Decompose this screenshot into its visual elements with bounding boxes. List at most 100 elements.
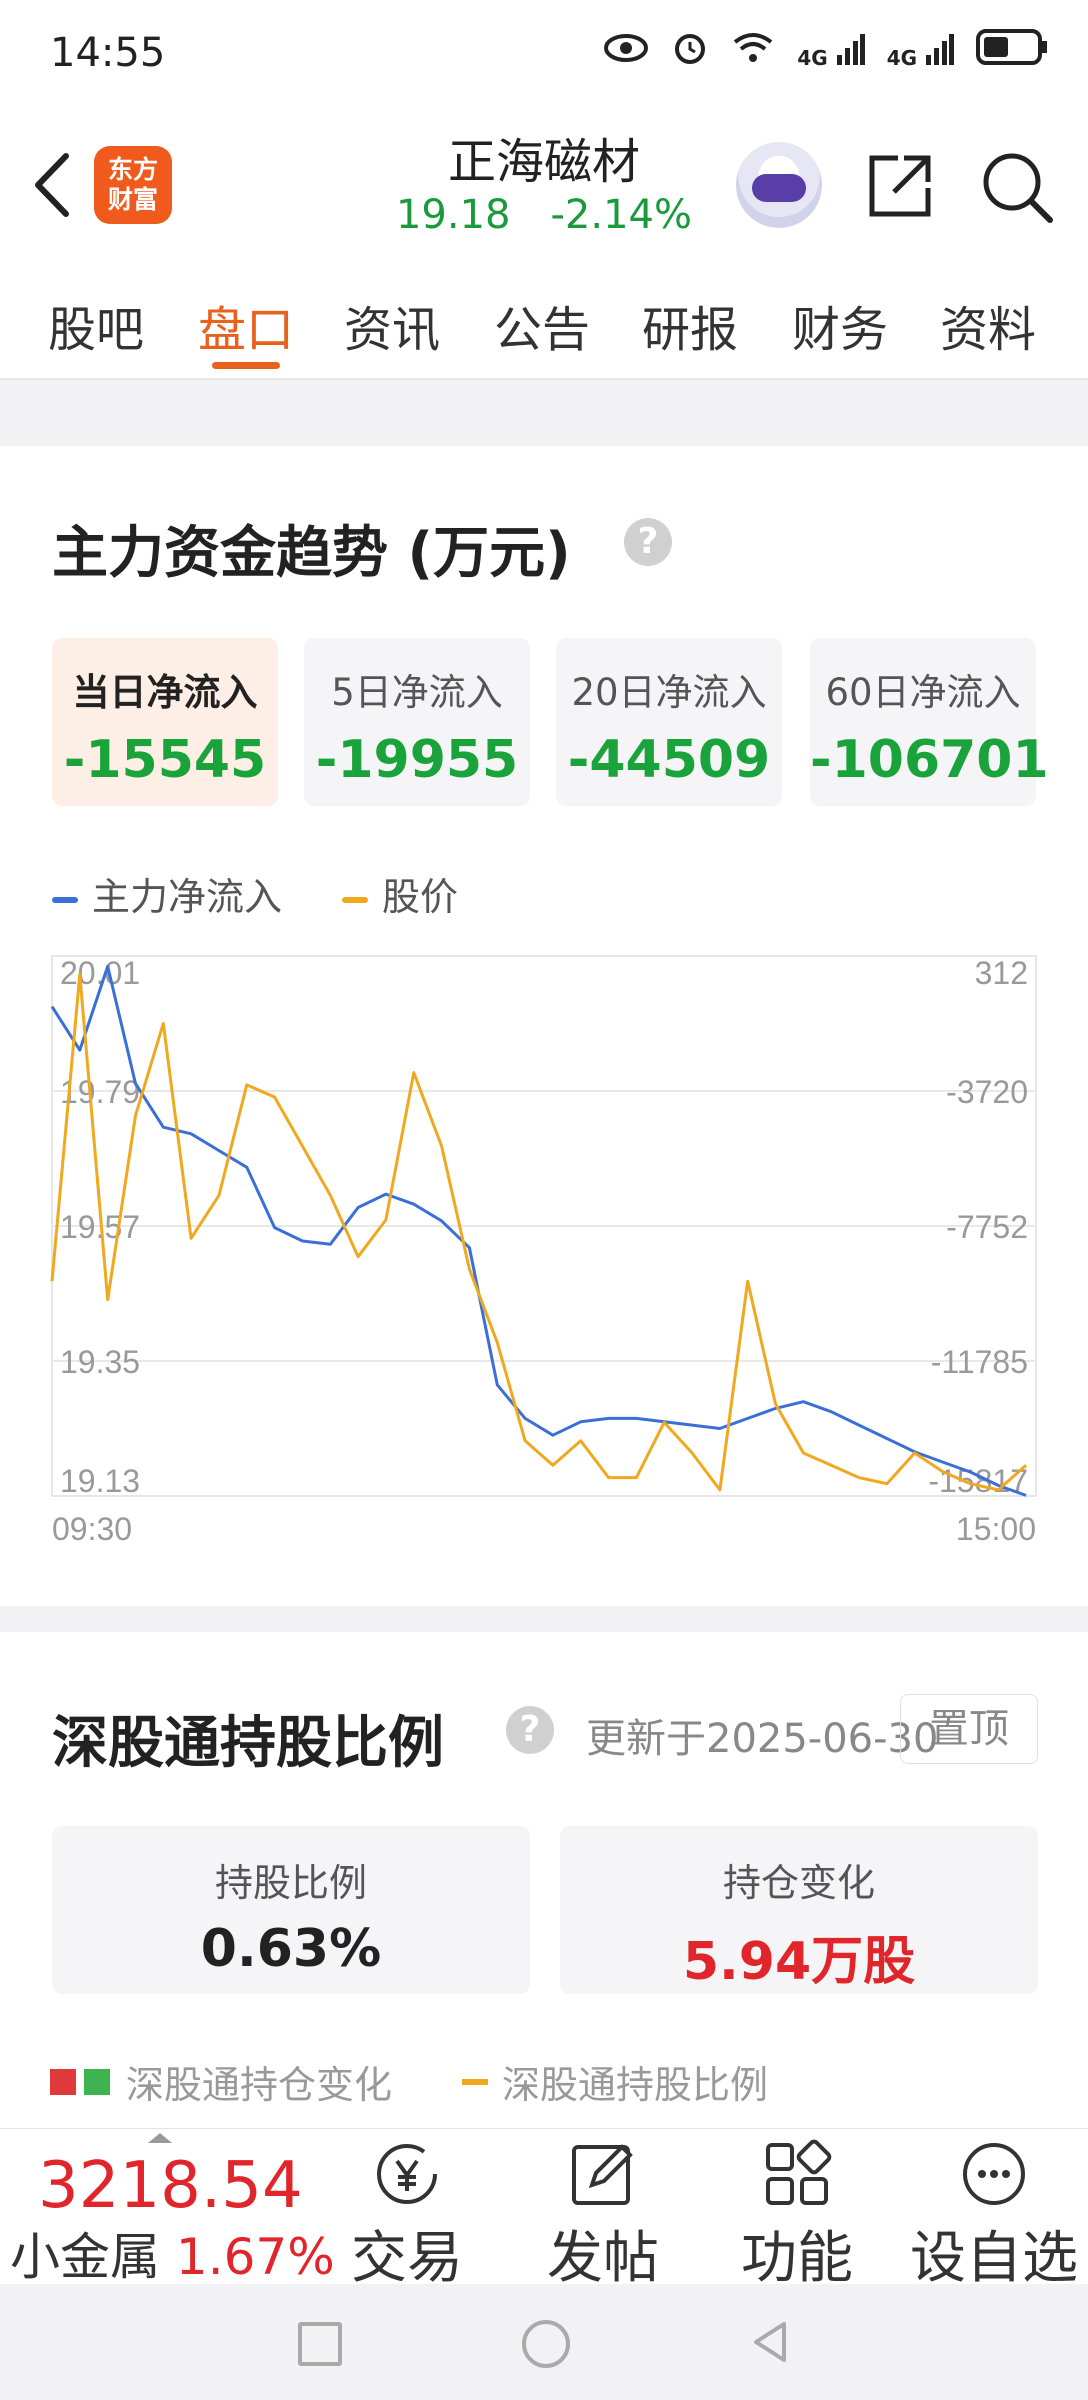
y-left-tick: 19.79 bbox=[60, 1074, 140, 1110]
index-value[interactable]: 3218.54 bbox=[38, 2149, 303, 2223]
holding-ratio-value: 0.63% bbox=[200, 1919, 382, 1979]
stock-price: 19.18 bbox=[395, 192, 511, 238]
stock-header: 东方 财富 正海磁材 19.18 -2.14% bbox=[0, 110, 1088, 261]
series-line-price bbox=[50, 972, 1027, 1492]
legend-label: 主力净流入 bbox=[92, 875, 283, 919]
tab-guba[interactable]: 股吧 bbox=[48, 290, 144, 360]
bottom-toolbar: 3218.54 小金属 1.67% 交易 发帖 功能 设自选 bbox=[0, 2128, 1088, 2291]
alarm-icon bbox=[671, 28, 709, 75]
y-right-tick: -7752 bbox=[946, 1209, 1028, 1245]
more-icon bbox=[959, 2139, 1029, 2209]
tab-profile[interactable]: 资料 bbox=[940, 290, 1036, 360]
network-label-1: 4G bbox=[797, 46, 828, 70]
battery-icon bbox=[976, 29, 1048, 74]
signal-icon-1: 4G bbox=[797, 33, 865, 70]
y-left-tick: 19.13 bbox=[60, 1463, 140, 1499]
holding-title: 深股通持股比例 bbox=[52, 1711, 444, 1776]
legend-swatch bbox=[52, 896, 78, 903]
legend-label-holding-ratio: 深股通持股比例 bbox=[502, 2063, 769, 2107]
legend-label-holding-change: 深股通持仓变化 bbox=[126, 2063, 393, 2107]
help-icon[interactable]: ? bbox=[624, 518, 672, 566]
y-right-tick: -3720 bbox=[946, 1074, 1028, 1110]
series-line-main-flow bbox=[50, 964, 1027, 1497]
signal-icon-2: 4G bbox=[887, 33, 954, 70]
flow-box-label: 5日净流入 bbox=[331, 671, 503, 714]
flow-box-value: -15545 bbox=[63, 730, 267, 790]
recent-apps-icon[interactable] bbox=[298, 2322, 342, 2366]
tab-pankou[interactable]: 盘口 bbox=[198, 290, 294, 360]
y-right-tick: -15817 bbox=[928, 1463, 1028, 1499]
ai-assistant-icon[interactable] bbox=[736, 142, 822, 228]
flow-box-today[interactable]: 当日净流入 -15545 bbox=[52, 638, 278, 806]
chart-legend: 主力净流入 股价 bbox=[52, 866, 458, 921]
update-date: 更新于2025-06-30 bbox=[586, 1716, 939, 1762]
tab-finance[interactable]: 财务 bbox=[792, 290, 888, 360]
legend-swatch-green bbox=[84, 2068, 110, 2095]
holding-change-value: 5.94万股 bbox=[682, 1932, 916, 1992]
capital-flow-title: 主力资金趋势 (万元) bbox=[52, 521, 571, 586]
flow-box-5d[interactable]: 5日净流入 -19955 bbox=[304, 638, 530, 806]
holding-ratio-box: 持股比例 0.63% bbox=[52, 1826, 530, 1994]
legend-swatch bbox=[342, 896, 369, 903]
capital-flow-card: 主力资金趋势 (万元) ? 当日净流入 -15545 5日净流入 -19955 … bbox=[0, 446, 1088, 1606]
flow-box-20d[interactable]: 20日净流入 -44509 bbox=[556, 638, 782, 806]
status-time: 14:55 bbox=[50, 30, 166, 76]
post-label: 发帖 bbox=[547, 2226, 659, 2291]
legend-item-price: 股价 bbox=[342, 866, 458, 921]
flow-box-value: -106701 bbox=[810, 730, 1049, 790]
add-watchlist-label: 设自选 bbox=[910, 2226, 1078, 2291]
tab-research[interactable]: 研报 bbox=[642, 290, 738, 360]
add-watchlist-button[interactable]: 设自选 bbox=[904, 2139, 1084, 2294]
tab-bar: 股吧 盘口 资讯 公告 研报 财务 资料 bbox=[0, 260, 1088, 380]
search-icon[interactable] bbox=[980, 150, 1054, 224]
help-icon[interactable]: ? bbox=[506, 1706, 554, 1754]
active-tab-indicator bbox=[212, 362, 280, 369]
index-info[interactable]: 小金属 1.67% bbox=[10, 2217, 335, 2289]
edit-icon bbox=[568, 2139, 638, 2209]
index-name: 小金属 bbox=[10, 2228, 160, 2286]
flow-box-label: 20日净流入 bbox=[571, 671, 767, 714]
trade-button[interactable]: 交易 bbox=[332, 2139, 482, 2294]
northbound-holding-card: 深股通持股比例 ? 更新于2025-06-30 置顶 持股比例 0.63% 持仓… bbox=[0, 1632, 1088, 2132]
share-icon[interactable] bbox=[864, 150, 936, 222]
x-tick: 09:30 bbox=[52, 1511, 132, 1547]
trade-label: 交易 bbox=[351, 2226, 463, 2291]
wifi-icon bbox=[731, 30, 775, 73]
eye-icon bbox=[603, 32, 649, 72]
y-right-tick: -11785 bbox=[931, 1344, 1028, 1380]
capital-flow-chart: 20.01 31219.79 -372019.57 -775219.35 -117851… bbox=[50, 955, 1037, 1547]
index-change: 1.67% bbox=[175, 2228, 335, 2286]
flow-box-60d[interactable]: 60日净流入 -106701 bbox=[810, 638, 1049, 806]
flow-box-value: -19955 bbox=[315, 730, 519, 790]
flow-box-label: 60日净流入 bbox=[825, 671, 1021, 714]
grid-icon bbox=[762, 2139, 832, 2209]
holding-change-box: 持仓变化 5.94万股 bbox=[560, 1826, 1038, 1994]
function-button[interactable]: 功能 bbox=[722, 2139, 872, 2294]
y-left-tick: 19.35 bbox=[60, 1344, 140, 1380]
flow-box-label: 当日净流入 bbox=[72, 671, 258, 714]
x-tick: 15:00 bbox=[956, 1511, 1036, 1547]
legend-item-main-flow: 主力净流入 bbox=[52, 866, 282, 921]
legend-swatch-line bbox=[462, 2078, 489, 2085]
holding-legend: 深股通持仓变化 深股通持股比例 bbox=[50, 2054, 768, 2109]
tab-announcement[interactable]: 公告 bbox=[494, 290, 590, 360]
holding-ratio-label: 持股比例 bbox=[214, 1861, 367, 1905]
home-icon[interactable] bbox=[522, 2320, 570, 2368]
legend-swatch-red bbox=[50, 2068, 76, 2095]
expand-arrow-icon[interactable] bbox=[148, 2133, 172, 2143]
pin-button[interactable]: 置顶 bbox=[900, 1694, 1038, 1764]
system-nav-bar bbox=[0, 2284, 1088, 2400]
status-bar: 14:55 4G 4G bbox=[0, 0, 1088, 110]
flow-box-value: -44509 bbox=[567, 730, 771, 790]
network-label-2: 4G bbox=[886, 46, 918, 70]
holding-change-label: 持仓变化 bbox=[722, 1861, 875, 1905]
post-button[interactable]: 发帖 bbox=[528, 2139, 678, 2294]
stock-change: -2.14% bbox=[550, 192, 693, 238]
tab-news[interactable]: 资讯 bbox=[344, 290, 440, 360]
function-label: 功能 bbox=[741, 2226, 853, 2291]
legend-label: 股价 bbox=[382, 875, 459, 919]
yen-cycle-icon bbox=[372, 2139, 442, 2209]
back-nav-icon[interactable] bbox=[750, 2320, 790, 2368]
status-icons: 4G 4G bbox=[603, 28, 1048, 75]
y-right-tick: 312 bbox=[975, 955, 1028, 991]
